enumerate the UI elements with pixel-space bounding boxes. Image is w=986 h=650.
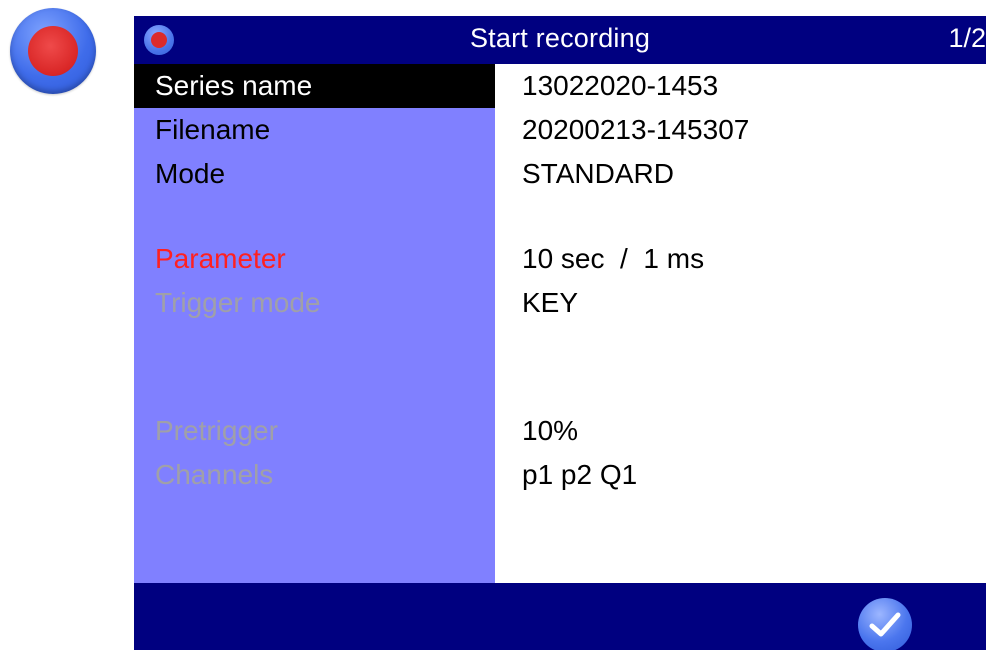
pretrigger-label: Pretrigger xyxy=(155,415,278,446)
mode-label[interactable]: Mode xyxy=(134,152,495,196)
filename-value[interactable]: 20200213-145307 xyxy=(522,108,749,152)
series-name-value[interactable]: 13022020-1453 xyxy=(522,64,718,108)
pretrigger-value[interactable]: 10% xyxy=(522,409,578,453)
trigger-mode-label: Trigger mode xyxy=(155,287,321,318)
filename-label[interactable]: Filename xyxy=(134,108,495,152)
footer-bar xyxy=(134,583,986,650)
checkmark-icon xyxy=(869,612,901,637)
label-column: Series name Filename Mode Parameter Trig… xyxy=(134,64,495,583)
device-screen: Start recording 1/2 Series name Filename… xyxy=(134,16,986,650)
parameter-value[interactable]: 10 sec / 1 ms xyxy=(522,237,704,281)
value-column: 13022020-1453 20200213-145307 STANDARD 1… xyxy=(495,64,986,583)
page-title: Start recording xyxy=(469,23,651,53)
record-icon xyxy=(28,26,78,76)
parameter-label[interactable]: Parameter xyxy=(134,237,495,281)
confirm-button[interactable] xyxy=(858,598,912,650)
channels-label: Channels xyxy=(155,459,274,490)
record-button[interactable] xyxy=(10,8,96,94)
mode-value[interactable]: STANDARD xyxy=(522,152,674,196)
series-name-label[interactable]: Series name xyxy=(134,64,495,108)
title-bar: Start recording 1/2 xyxy=(134,16,986,64)
recording-dialog-stage: Start recording 1/2 Series name Filename… xyxy=(0,0,986,650)
trigger-mode-value[interactable]: KEY xyxy=(522,281,578,325)
channels-value[interactable]: p1 p2 Q1 xyxy=(522,453,637,497)
page-indicator: 1/2 xyxy=(948,23,986,53)
